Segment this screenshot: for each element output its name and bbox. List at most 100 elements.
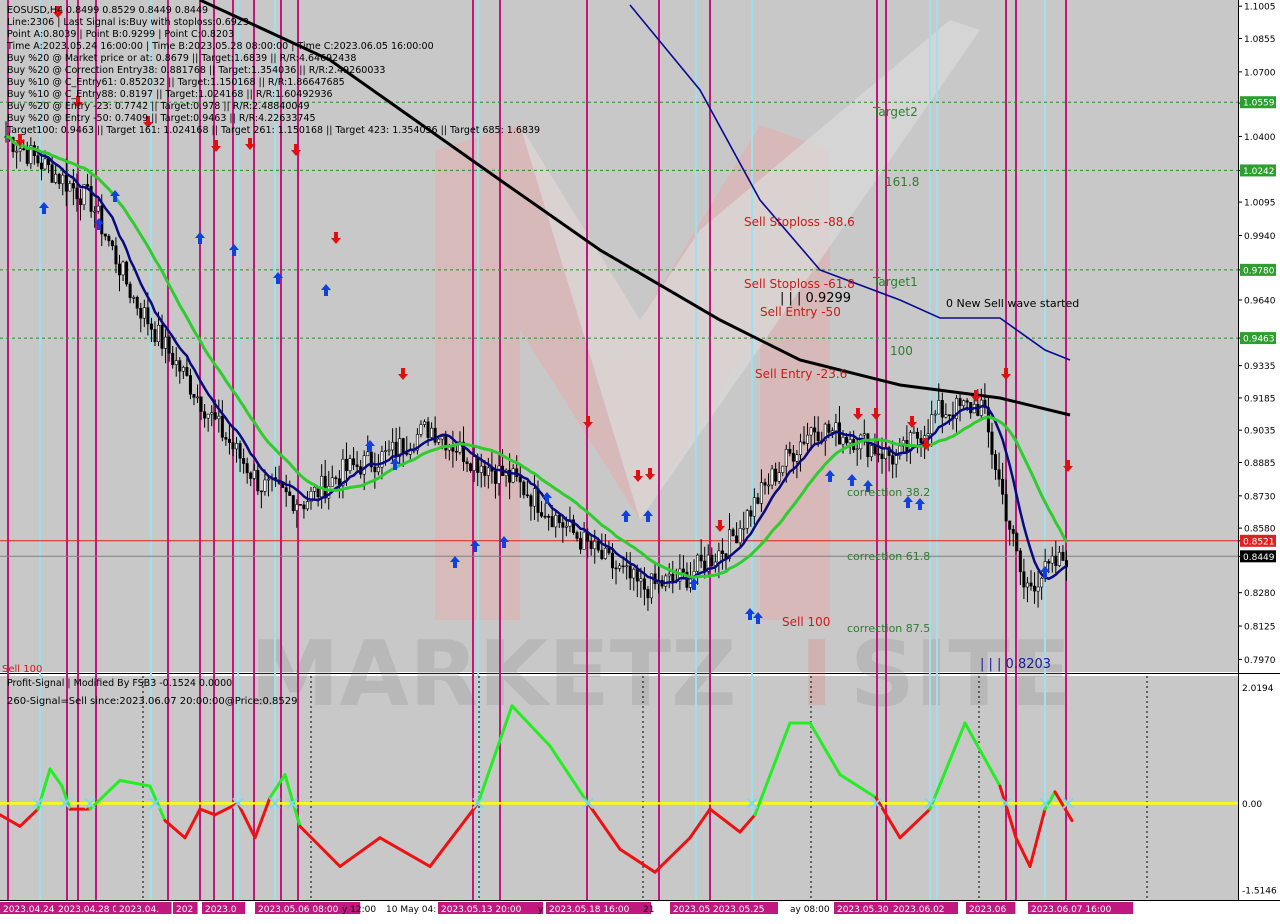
candle-body: [774, 468, 778, 482]
price-tick-label: 0.8125: [1244, 623, 1276, 633]
candle-body: [57, 173, 61, 185]
candle-body: [866, 433, 870, 458]
candle-body: [738, 528, 742, 544]
time-axis-label: 2023.05.: [673, 905, 713, 915]
svg-text:SITE: SITE: [850, 622, 1071, 727]
candle-body: [994, 454, 998, 470]
price-level-label: 0.8521: [1243, 537, 1275, 547]
chart-annotation: Sell Entry -50: [760, 305, 841, 319]
candle-body: [848, 439, 852, 444]
candle-body: [962, 400, 966, 406]
candle-body: [121, 261, 125, 276]
candle-body: [628, 565, 632, 579]
candle-body: [103, 233, 107, 237]
candle-body: [1047, 561, 1051, 564]
candle-body: [610, 552, 614, 569]
price-tick-label: 0.9035: [1244, 427, 1276, 437]
candle-body: [1022, 571, 1026, 588]
candle-body: [284, 487, 288, 493]
candle-body: [589, 541, 593, 549]
candle-body: [259, 490, 263, 493]
price-tick-label: 0.8885: [1244, 459, 1276, 469]
candle-body: [880, 453, 884, 459]
time-axis-label: 2023.0: [205, 905, 237, 915]
candle-body: [696, 554, 700, 572]
price-level-label: 0.9780: [1243, 266, 1275, 276]
candle-body: [912, 431, 916, 434]
price-tick-label: 1.0855: [1244, 35, 1276, 45]
chart-annotation: Sell 100: [782, 615, 830, 629]
candle-body: [423, 421, 427, 425]
candle-body: [224, 437, 228, 440]
price-tick-label: 1.0095: [1244, 199, 1276, 209]
price-tick-label: 0.8730: [1244, 492, 1276, 502]
chart-annotation: 161.8: [885, 175, 919, 189]
candle-body: [664, 575, 668, 587]
candle-body: [550, 516, 554, 528]
candle-body: [206, 413, 210, 419]
candle-body: [472, 456, 476, 471]
candle-body: [759, 482, 763, 504]
candle-body: [61, 174, 65, 185]
candle-body: [958, 398, 962, 406]
candle-body: [1050, 555, 1054, 564]
chart-annotation: Sell Stoploss -61.8: [744, 277, 855, 291]
info-line: Time A:2023.05.24 16:00:00 | Time B:2023…: [6, 41, 434, 52]
candle-body: [621, 565, 625, 568]
candle-body: [1008, 520, 1012, 530]
candle-body: [813, 427, 817, 433]
candle-body: [43, 158, 47, 170]
candle-body: [242, 458, 246, 464]
candle-body: [543, 515, 547, 518]
candle-body: [1029, 582, 1033, 587]
candle-body: [86, 184, 90, 187]
candle-body: [841, 437, 845, 445]
candle-body: [720, 550, 724, 554]
candle-body: [295, 504, 299, 511]
candle-body: [827, 423, 831, 433]
candle-body: [788, 449, 792, 454]
info-line: Buy %20 @ Market price or at: 0.8679 || …: [7, 53, 356, 64]
candle-body: [579, 538, 583, 550]
candle-body: [944, 414, 948, 418]
candle-body: [777, 472, 781, 482]
candle-body: [1018, 550, 1022, 573]
candle-body: [298, 504, 302, 506]
candle-body: [383, 450, 387, 452]
candle-body: [876, 453, 880, 456]
candle-body: [50, 164, 54, 183]
candle-body: [36, 155, 40, 164]
candle-body: [107, 235, 111, 242]
candle-body: [717, 550, 721, 563]
candle-body: [366, 451, 370, 457]
candle-body: [479, 465, 483, 473]
candle-body: [784, 449, 788, 467]
candle-body: [178, 360, 182, 372]
candle-body: [266, 478, 270, 481]
candle-body: [192, 393, 196, 398]
candle-body: [426, 421, 430, 438]
candle-body: [1015, 533, 1019, 552]
candle-body: [199, 396, 203, 412]
candle-body: [256, 469, 260, 492]
candle-body: [816, 431, 820, 442]
candle-body: [1033, 585, 1037, 592]
price-level-label: 0.8449: [1243, 553, 1275, 563]
candle-body: [632, 568, 636, 579]
candle-body: [1036, 586, 1040, 592]
candle-body: [153, 329, 157, 343]
candle-body: [305, 501, 309, 510]
candle-body: [965, 400, 969, 403]
candle-body: [39, 162, 43, 170]
candle-body: [1054, 555, 1058, 566]
candle-body: [763, 482, 767, 486]
info-line: Point A:0.8039 | Point B:0.9299 | Point …: [7, 29, 234, 40]
candle-body: [196, 396, 200, 399]
candle-body: [75, 187, 79, 200]
price-tick-label: 1.0400: [1244, 133, 1276, 143]
candle-body: [809, 427, 813, 436]
candle-body: [646, 589, 650, 599]
candle-body: [78, 198, 82, 206]
candle-body: [96, 205, 100, 212]
candle-body: [699, 554, 703, 562]
